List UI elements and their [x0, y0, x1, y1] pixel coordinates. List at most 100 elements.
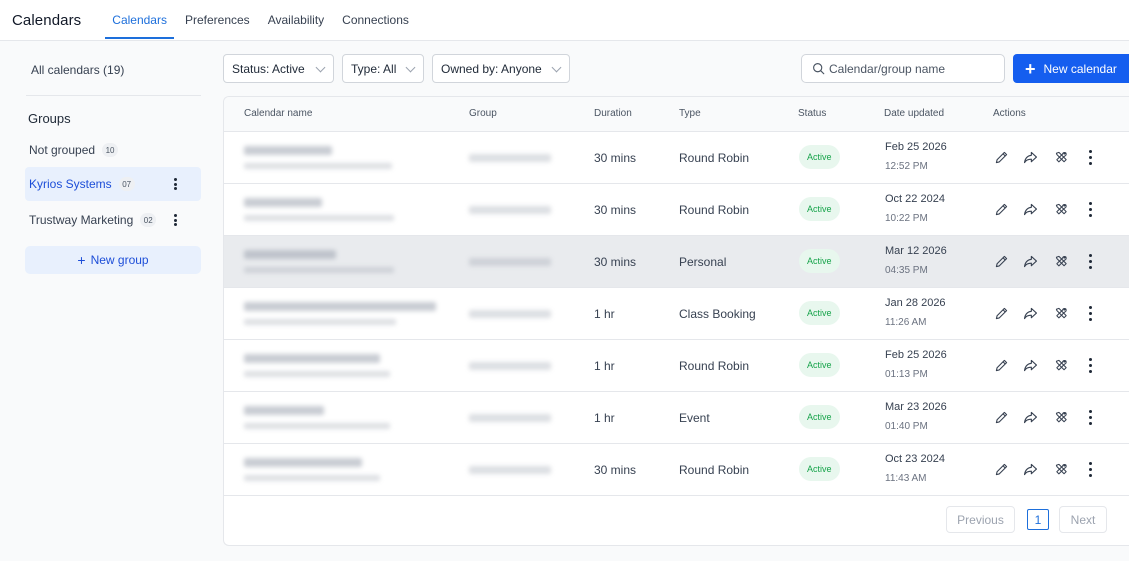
new-calendar-label: New calendar [1043, 61, 1117, 76]
status-filter-label: Status: Active [232, 61, 305, 76]
share-icon[interactable] [1020, 303, 1040, 323]
kebab-icon[interactable] [1086, 149, 1094, 166]
sidebar-item-kyrios-systems[interactable]: Kyrios Systems 07 [25, 167, 201, 201]
kebab-icon[interactable] [1086, 357, 1094, 374]
share-icon[interactable] [1020, 147, 1040, 167]
pencil-icon[interactable] [991, 459, 1011, 479]
column-header[interactable]: Duration [594, 108, 632, 119]
tools-icon[interactable] [1051, 355, 1071, 375]
tools-icon[interactable] [1051, 459, 1071, 479]
column-header[interactable]: Status [798, 108, 826, 119]
type-cell: Class Booking [679, 307, 756, 321]
type-cell: Personal [679, 255, 727, 269]
calendar-link-redacted [244, 371, 390, 377]
chevron-down-icon [315, 62, 326, 73]
table-row[interactable]: 30 mins Round Robin Active Oct 23 2024 11:43… [224, 444, 1129, 496]
calendars-table: Calendar name Group Duration Type Status… [223, 96, 1129, 546]
type-filter-dropdown[interactable]: Type: All [342, 54, 424, 83]
table-row[interactable]: 1 hr Round Robin Active Feb 25 2026 01:13 PM [224, 340, 1129, 392]
pencil-icon[interactable] [991, 199, 1011, 219]
table-row[interactable]: 30 mins Round Robin Active Oct 22 2024 10:22… [224, 184, 1129, 236]
calendar-name-redacted[interactable] [244, 302, 436, 311]
pencil-icon[interactable] [991, 251, 1011, 271]
duration-cell: 30 mins [594, 151, 637, 165]
calendar-name-redacted[interactable] [244, 354, 380, 363]
page-number-button[interactable]: 1 [1027, 509, 1049, 530]
new-calendar-button[interactable]: + New calendar [1013, 54, 1129, 83]
top-header: Calendars Calendars Preferences Availabi… [0, 0, 1129, 41]
table-row[interactable]: 1 hr Event Active Mar 23 2026 01:40 PM [224, 392, 1129, 444]
calendar-name-redacted[interactable] [244, 406, 324, 415]
type-cell: Round Robin [679, 203, 750, 217]
share-icon[interactable] [1020, 251, 1040, 271]
date-updated: Mar 23 2026 [885, 401, 947, 413]
kebab-icon[interactable] [1086, 461, 1094, 478]
date-updated: Oct 23 2024 [885, 453, 945, 465]
time-updated: 01:13 PM [885, 369, 928, 380]
duration-cell: 1 hr [594, 359, 615, 373]
status-badge: Active [799, 197, 840, 221]
type-cell: Round Robin [679, 359, 750, 373]
calendar-link-redacted [244, 475, 380, 481]
column-header[interactable]: Type [679, 108, 701, 119]
calendar-name-redacted[interactable] [244, 198, 322, 207]
kebab-icon[interactable] [1086, 305, 1094, 322]
share-icon[interactable] [1020, 355, 1040, 375]
pencil-icon[interactable] [991, 407, 1011, 427]
group-kebab-icon[interactable] [169, 212, 181, 228]
share-icon[interactable] [1020, 199, 1040, 219]
share-icon[interactable] [1020, 459, 1040, 479]
group-kebab-icon[interactable] [169, 176, 181, 192]
column-header[interactable]: Calendar name [244, 108, 312, 119]
tab-calendars[interactable]: Calendars [103, 0, 176, 41]
calendar-name-redacted[interactable] [244, 250, 336, 259]
kebab-icon[interactable] [1086, 409, 1094, 426]
sidebar-item-not-grouped[interactable]: Not grouped 10 [25, 133, 201, 167]
time-updated: 11:26 AM [885, 317, 927, 328]
group-label: Kyrios Systems [29, 177, 112, 191]
previous-page-button[interactable]: Previous [946, 506, 1015, 533]
status-filter-dropdown[interactable]: Status: Active [223, 54, 334, 83]
column-header[interactable]: Group [469, 108, 497, 119]
calendar-link-redacted [244, 215, 394, 221]
sidebar-divider [26, 95, 201, 96]
calendar-link-redacted [244, 267, 394, 273]
nav-tabs: Calendars Preferences Availability Conne… [103, 0, 418, 41]
tools-icon[interactable] [1051, 407, 1071, 427]
calendar-name-redacted[interactable] [244, 146, 332, 155]
plus-icon: + [77, 252, 86, 268]
column-header[interactable]: Date updated [884, 108, 944, 119]
date-updated: Oct 22 2024 [885, 193, 945, 205]
tab-preferences[interactable]: Preferences [176, 0, 259, 41]
table-row[interactable]: 30 mins Round Robin Active Feb 25 2026 12:52… [224, 132, 1129, 184]
new-group-button[interactable]: + New group [25, 246, 201, 274]
tools-icon[interactable] [1051, 147, 1071, 167]
groups-heading: Groups [28, 111, 71, 126]
group-name-redacted [469, 466, 551, 474]
sidebar-item-trustway-marketing[interactable]: Trustway Marketing 02 [25, 203, 201, 237]
tools-icon[interactable] [1051, 251, 1071, 271]
date-updated: Jan 28 2026 [885, 297, 946, 309]
kebab-icon[interactable] [1086, 253, 1094, 270]
plus-icon: + [1025, 58, 1036, 79]
page-title: Calendars [12, 11, 82, 29]
type-filter-label: Type: All [351, 61, 397, 76]
tools-icon[interactable] [1051, 199, 1071, 219]
table-row[interactable]: 30 mins Personal Active Mar 12 2026 04:35 PM [224, 236, 1129, 288]
share-icon[interactable] [1020, 407, 1040, 427]
all-calendars-link[interactable]: All calendars (19) [31, 63, 124, 77]
status-badge: Active [799, 249, 840, 273]
owner-filter-dropdown[interactable]: Owned by: Anyone [432, 54, 570, 83]
tools-icon[interactable] [1051, 303, 1071, 323]
next-page-button[interactable]: Next [1059, 506, 1107, 533]
duration-cell: 30 mins [594, 255, 637, 269]
search-input[interactable]: Calendar/group name [801, 54, 1005, 83]
calendar-name-redacted[interactable] [244, 458, 362, 467]
tab-availability[interactable]: Availability [259, 0, 333, 41]
tab-connections[interactable]: Connections [333, 0, 418, 41]
pencil-icon[interactable] [991, 355, 1011, 375]
kebab-icon[interactable] [1086, 201, 1094, 218]
table-row[interactable]: 1 hr Class Booking Active Jan 28 2026 11:26 … [224, 288, 1129, 340]
pencil-icon[interactable] [991, 147, 1011, 167]
pencil-icon[interactable] [991, 303, 1011, 323]
